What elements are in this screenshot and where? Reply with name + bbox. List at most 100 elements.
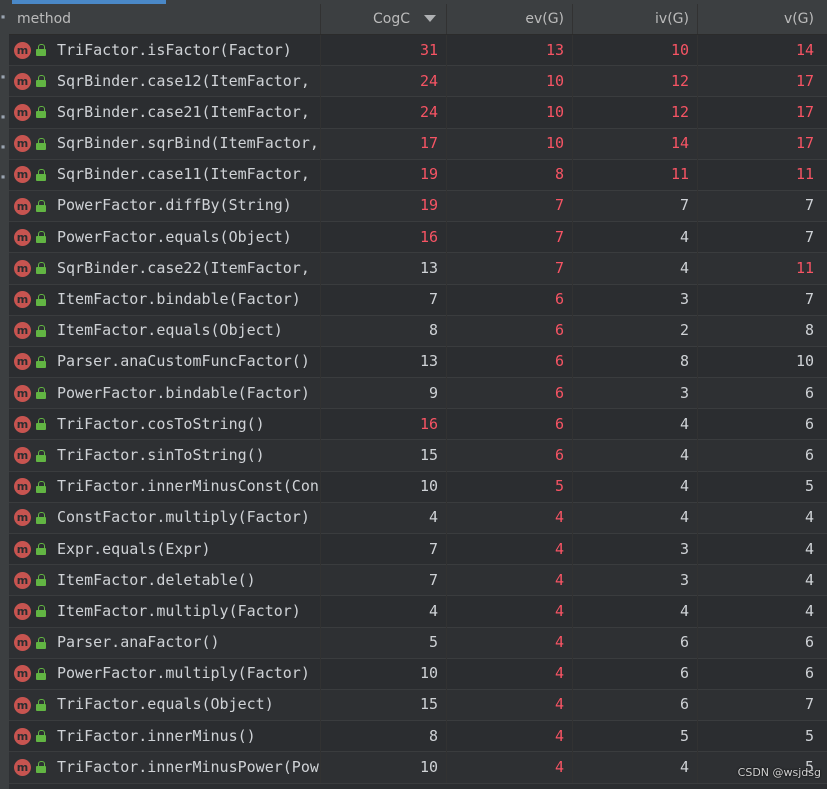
table-row[interactable]: m TriFactor.innerMinusConst(Con 10 5 4 5 <box>9 471 827 503</box>
method-cell[interactable]: m PowerFactor.multiply(Factor) <box>9 658 321 690</box>
table-row[interactable]: m TriFactor.innerMinusPower(Pow 10 4 4 5 <box>9 751 827 784</box>
metrics-table-body: m TriFactor.isFactor(Factor) 31 13 10 14 m SqrB… <box>9 34 827 784</box>
iv-value: 3 <box>573 533 698 565</box>
table-row[interactable]: m PowerFactor.multiply(Factor) 10 4 6 6 <box>9 658 827 690</box>
method-m-icon: m <box>14 509 31 527</box>
table-row[interactable]: m TriFactor.isFactor(Factor) 31 13 10 14 <box>9 34 827 67</box>
sort-desc-icon[interactable] <box>424 14 436 22</box>
method-name: ItemFactor.multiply(Factor) <box>57 601 301 620</box>
method-cell[interactable]: m TriFactor.innerMinusConst(Con <box>9 471 321 503</box>
method-m-icon: m <box>14 135 31 153</box>
v-value: 11 <box>795 258 814 277</box>
table-row[interactable]: m ItemFactor.deletable() 7 4 3 4 <box>9 564 827 597</box>
table-row[interactable]: m Parser.anaFactor() 5 4 6 6 <box>9 627 827 659</box>
method-cell[interactable]: m Parser.anaCustomFuncFactor() <box>9 346 321 378</box>
cogc-value: 24 <box>321 96 447 129</box>
method-cell[interactable]: m PowerFactor.diffBy(String) <box>9 190 321 222</box>
method-cell[interactable]: m ItemFactor.equals(Object) <box>9 315 321 347</box>
method-name: Parser.anaFactor() <box>57 633 220 652</box>
method-cell[interactable]: m TriFactor.isFactor(Factor) <box>9 34 321 66</box>
method-m-icon: m <box>14 447 31 465</box>
iv-value: 8 <box>573 346 698 378</box>
method-cell[interactable]: m ItemFactor.multiply(Factor) <box>9 595 321 628</box>
v-value: 7 <box>804 227 814 246</box>
iv-value: 6 <box>573 689 698 721</box>
method-cell[interactable]: m TriFactor.innerMinusPower(Pow <box>9 751 321 783</box>
method-cell[interactable]: m SqrBinder.case11(ItemFactor, <box>9 159 321 191</box>
lock-icon <box>36 231 46 244</box>
table-row[interactable]: m ItemFactor.equals(Object) 8 6 2 8 <box>9 315 827 347</box>
column-header-v[interactable]: v(G) <box>698 4 827 34</box>
table-row[interactable]: m TriFactor.equals(Object) 15 4 6 7 <box>9 689 827 722</box>
v-value: 6 <box>804 664 814 683</box>
iv-value: 12 <box>573 96 698 129</box>
cogc-value: 7 <box>321 533 447 565</box>
table-row[interactable]: m ItemFactor.multiply(Factor) 4 4 4 4 <box>9 595 827 628</box>
table-row[interactable]: m SqrBinder.case21(ItemFactor, 24 10 12 17 <box>9 96 827 129</box>
method-m-icon: m <box>14 478 31 496</box>
table-row[interactable]: m ConstFactor.multiply(Factor) 4 4 4 4 <box>9 502 827 534</box>
table-header: method CogC ev(G) iv(G) v(G) <box>9 4 827 35</box>
cogc-value: 7 <box>321 284 447 316</box>
v-value: 5 <box>804 726 814 745</box>
table-row[interactable]: m SqrBinder.sqrBind(ItemFactor, 17 10 14 17 <box>9 128 827 160</box>
ev-value: 4 <box>447 751 573 783</box>
table-row[interactable]: m SqrBinder.case12(ItemFactor, 24 10 12 17 <box>9 65 827 98</box>
ev-value: 4 <box>447 502 573 534</box>
ev-value: 7 <box>447 221 573 253</box>
method-cell[interactable]: m TriFactor.innerMinus() <box>9 720 321 752</box>
iv-value: 3 <box>573 284 698 316</box>
column-header-ev[interactable]: ev(G) <box>447 4 573 34</box>
method-cell[interactable]: m TriFactor.equals(Object) <box>9 689 321 721</box>
table-row[interactable]: m SqrBinder.case22(ItemFactor, 13 7 4 11 <box>9 252 827 285</box>
column-header-iv[interactable]: iv(G) <box>573 4 698 34</box>
gutter-marker-icon: ▪ <box>0 12 6 21</box>
method-name: TriFactor.cosToString() <box>57 414 265 433</box>
method-cell[interactable]: m Parser.anaFactor() <box>9 627 321 659</box>
method-cell[interactable]: m PowerFactor.bindable(Factor) <box>9 377 321 409</box>
method-cell[interactable]: m SqrBinder.case22(ItemFactor, <box>9 252 321 284</box>
table-row[interactable]: m PowerFactor.diffBy(String) 19 7 7 7 <box>9 190 827 223</box>
table-row[interactable]: m SqrBinder.case11(ItemFactor, 19 8 11 11 <box>9 159 827 191</box>
method-cell[interactable]: m PowerFactor.equals(Object) <box>9 221 321 253</box>
iv-value: 6 <box>573 658 698 690</box>
method-cell[interactable]: m Expr.equals(Expr) <box>9 533 321 565</box>
table-row[interactable]: m ItemFactor.bindable(Factor) 7 6 3 7 <box>9 284 827 316</box>
table-row[interactable]: m TriFactor.innerMinus() 8 4 5 5 <box>9 720 827 753</box>
table-row[interactable]: m Expr.equals(Expr) 7 4 3 4 <box>9 533 827 566</box>
column-header-method[interactable]: method <box>9 4 321 34</box>
method-m-icon: m <box>14 197 31 215</box>
v-value: 4 <box>804 601 814 620</box>
ev-value: 4 <box>447 689 573 721</box>
table-row[interactable]: m TriFactor.cosToString() 16 6 4 6 <box>9 408 827 441</box>
method-m-icon: m <box>14 758 31 776</box>
method-cell[interactable]: m ConstFactor.multiply(Factor) <box>9 502 321 534</box>
method-cell[interactable]: m SqrBinder.case21(ItemFactor, <box>9 96 321 129</box>
table-row[interactable]: m TriFactor.sinToString() 15 6 4 6 <box>9 439 827 472</box>
method-m-icon: m <box>14 228 31 246</box>
method-m-icon: m <box>14 103 31 121</box>
column-header-cogc[interactable]: CogC <box>321 4 447 34</box>
method-m-icon: m <box>14 634 31 652</box>
v-value: 11 <box>795 165 814 184</box>
method-name: ItemFactor.bindable(Factor) <box>57 290 301 308</box>
v-value: 17 <box>795 102 814 121</box>
method-cell[interactable]: m SqrBinder.case12(ItemFactor, <box>9 65 321 97</box>
v-value: 6 <box>804 445 814 464</box>
ev-value: 13 <box>447 34 573 66</box>
method-cell[interactable]: m ItemFactor.deletable() <box>9 564 321 596</box>
iv-value: 12 <box>573 65 698 97</box>
table-row[interactable]: m Parser.anaCustomFuncFactor() 13 6 8 10 <box>9 346 827 379</box>
table-row[interactable]: m PowerFactor.bindable(Factor) 9 6 3 6 <box>9 377 827 410</box>
method-cell[interactable]: m TriFactor.sinToString() <box>9 439 321 472</box>
table-row[interactable]: m PowerFactor.equals(Object) 16 7 4 7 <box>9 221 827 254</box>
iv-value: 6 <box>573 627 698 659</box>
ev-value: 6 <box>447 284 573 316</box>
method-m-icon: m <box>14 259 31 277</box>
ev-value: 4 <box>447 627 573 659</box>
method-name: SqrBinder.case22(ItemFactor, <box>57 258 310 277</box>
lock-icon <box>36 200 46 213</box>
method-cell[interactable]: m ItemFactor.bindable(Factor) <box>9 284 321 316</box>
method-cell[interactable]: m SqrBinder.sqrBind(ItemFactor, <box>9 128 321 160</box>
method-cell[interactable]: m TriFactor.cosToString() <box>9 408 321 440</box>
